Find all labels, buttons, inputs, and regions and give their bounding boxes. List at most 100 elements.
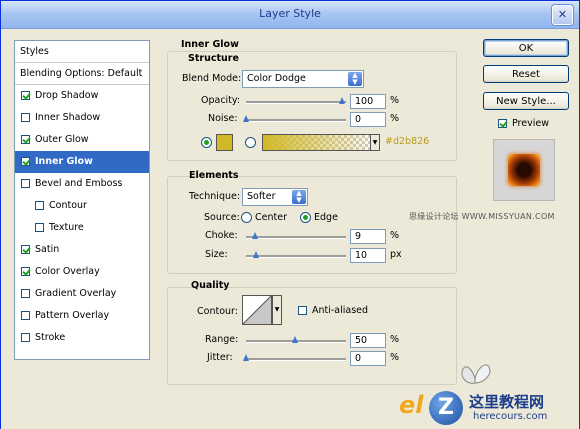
style-item[interactable]: Outer Glow xyxy=(15,129,149,151)
jitter-input[interactable]: 0 xyxy=(350,351,386,366)
jitter-unit: % xyxy=(390,352,400,363)
style-item-checkbox[interactable] xyxy=(35,201,44,210)
style-item-checkbox[interactable] xyxy=(21,289,30,298)
style-item-label: Drop Shadow xyxy=(35,90,99,101)
noise-label: Noise: xyxy=(208,113,238,124)
style-item-label: Inner Shadow xyxy=(35,112,101,123)
reset-button[interactable]: Reset xyxy=(483,65,569,83)
close-icon[interactable]: ✕ xyxy=(552,5,573,25)
style-item-checkbox[interactable] xyxy=(21,91,30,100)
dialog-body: Styles Blending Options: Default Drop Sh… xyxy=(1,29,579,429)
size-input[interactable]: 10 xyxy=(350,248,386,263)
window-title: Layer Style xyxy=(259,7,321,20)
technique-value: Softer xyxy=(247,191,276,202)
gradient-radio[interactable] xyxy=(245,137,256,148)
blend-mode-value: Color Dodge xyxy=(247,73,306,84)
blend-mode-label: Blend Mode: xyxy=(182,73,242,84)
glow-color-swatch[interactable] xyxy=(216,134,233,151)
anti-aliased-label: Anti-aliased xyxy=(312,305,369,316)
gradient-dropdown-icon[interactable]: ▼ xyxy=(370,134,380,151)
source-center-radio[interactable] xyxy=(241,212,252,223)
size-slider-thumb[interactable] xyxy=(253,251,260,260)
logo-circle-icon: Z xyxy=(429,391,463,425)
style-item-checkbox[interactable] xyxy=(21,333,30,342)
size-slider-track[interactable] xyxy=(246,255,346,258)
style-item[interactable]: Stroke xyxy=(15,327,149,349)
glow-color-hex: #d2b826 xyxy=(385,136,430,147)
choke-input[interactable]: 9 xyxy=(350,229,386,244)
quality-title: Quality xyxy=(191,280,230,291)
style-item[interactable]: Bevel and Emboss xyxy=(15,173,149,195)
choke-slider-track[interactable] xyxy=(246,236,346,239)
style-item-label: Contour xyxy=(49,200,87,211)
size-unit: px xyxy=(390,249,402,260)
style-item-label: Satin xyxy=(35,244,60,255)
opacity-slider-track[interactable] xyxy=(246,101,346,104)
style-item[interactable]: Satin xyxy=(15,239,149,261)
style-item[interactable]: Inner Shadow xyxy=(15,107,149,129)
solid-color-radio[interactable] xyxy=(201,137,212,148)
range-input[interactable]: 50 xyxy=(350,333,386,348)
style-item[interactable]: Gradient Overlay xyxy=(15,283,149,305)
style-item-label: Color Overlay xyxy=(35,266,100,277)
style-item[interactable]: Inner Glow xyxy=(15,151,149,173)
source-label: Source: xyxy=(204,212,240,223)
contour-dropdown-icon[interactable]: ▼ xyxy=(272,295,282,325)
noise-input[interactable]: 0 xyxy=(350,112,386,127)
new-style-button[interactable]: New Style... xyxy=(483,92,569,110)
jitter-slider-thumb[interactable] xyxy=(243,354,250,363)
style-item[interactable]: Drop Shadow xyxy=(15,85,149,107)
style-item[interactable]: Color Overlay xyxy=(15,261,149,283)
watermark-text: 思缘设计论坛 WWW.MISSYUAN.COM xyxy=(409,212,555,221)
source-edge-radio[interactable] xyxy=(300,212,311,223)
style-item[interactable]: Pattern Overlay xyxy=(15,305,149,327)
blending-options-item[interactable]: Blending Options: Default xyxy=(15,63,149,85)
gradient-picker[interactable] xyxy=(262,134,380,151)
jitter-slider-track[interactable] xyxy=(246,358,346,361)
logo-prefix: el xyxy=(399,391,424,419)
blend-mode-select[interactable]: Color Dodge ▲ ▼ xyxy=(242,70,364,88)
noise-slider-track[interactable] xyxy=(246,119,346,122)
choke-unit: % xyxy=(390,230,400,241)
noise-unit: % xyxy=(390,113,400,124)
opacity-input[interactable]: 100 xyxy=(350,94,386,109)
elements-title: Elements xyxy=(189,170,239,181)
style-item[interactable]: Texture xyxy=(15,217,149,239)
style-item-checkbox[interactable] xyxy=(21,245,30,254)
logo-url-text: herecours.com xyxy=(473,411,548,422)
contour-picker[interactable] xyxy=(242,295,272,325)
noise-slider-thumb[interactable] xyxy=(243,115,250,124)
source-center-label: Center xyxy=(255,212,287,223)
styles-header[interactable]: Styles xyxy=(15,41,149,63)
source-edge-label: Edge xyxy=(314,212,338,223)
range-unit: % xyxy=(390,334,400,345)
style-item[interactable]: Contour xyxy=(15,195,149,217)
choke-slider-thumb[interactable] xyxy=(252,232,259,241)
chevron-updown-icon: ▲ ▼ xyxy=(348,72,362,86)
style-item-checkbox[interactable] xyxy=(21,135,30,144)
style-item-label: Gradient Overlay xyxy=(35,288,117,299)
contour-curve-icon xyxy=(243,296,271,324)
style-item-label: Bevel and Emboss xyxy=(35,178,123,189)
style-item-checkbox[interactable] xyxy=(21,311,30,320)
style-item-checkbox[interactable] xyxy=(21,179,30,188)
preview-checkbox[interactable] xyxy=(498,119,507,128)
opacity-slider-thumb[interactable] xyxy=(339,97,346,106)
technique-select[interactable]: Softer ▲ ▼ xyxy=(242,188,308,206)
style-item-label: Outer Glow xyxy=(35,134,89,145)
ok-button[interactable]: OK xyxy=(483,39,569,57)
opacity-label: Opacity: xyxy=(201,95,241,106)
styles-list: Styles Blending Options: Default Drop Sh… xyxy=(14,40,150,360)
new-style-label: New Style... xyxy=(496,96,556,107)
contour-label: Contour: xyxy=(197,306,238,317)
style-item-checkbox[interactable] xyxy=(21,267,30,276)
inner-glow-title: Inner Glow xyxy=(181,39,239,50)
opacity-unit: % xyxy=(390,95,400,106)
style-item-checkbox[interactable] xyxy=(21,113,30,122)
technique-label: Technique: xyxy=(189,191,241,202)
logo-cn-text: 这里教程网 xyxy=(469,393,545,411)
anti-aliased-checkbox[interactable] xyxy=(298,306,307,315)
style-item-checkbox[interactable] xyxy=(35,223,44,232)
range-slider-thumb[interactable] xyxy=(292,336,299,345)
style-item-checkbox[interactable] xyxy=(21,157,30,166)
